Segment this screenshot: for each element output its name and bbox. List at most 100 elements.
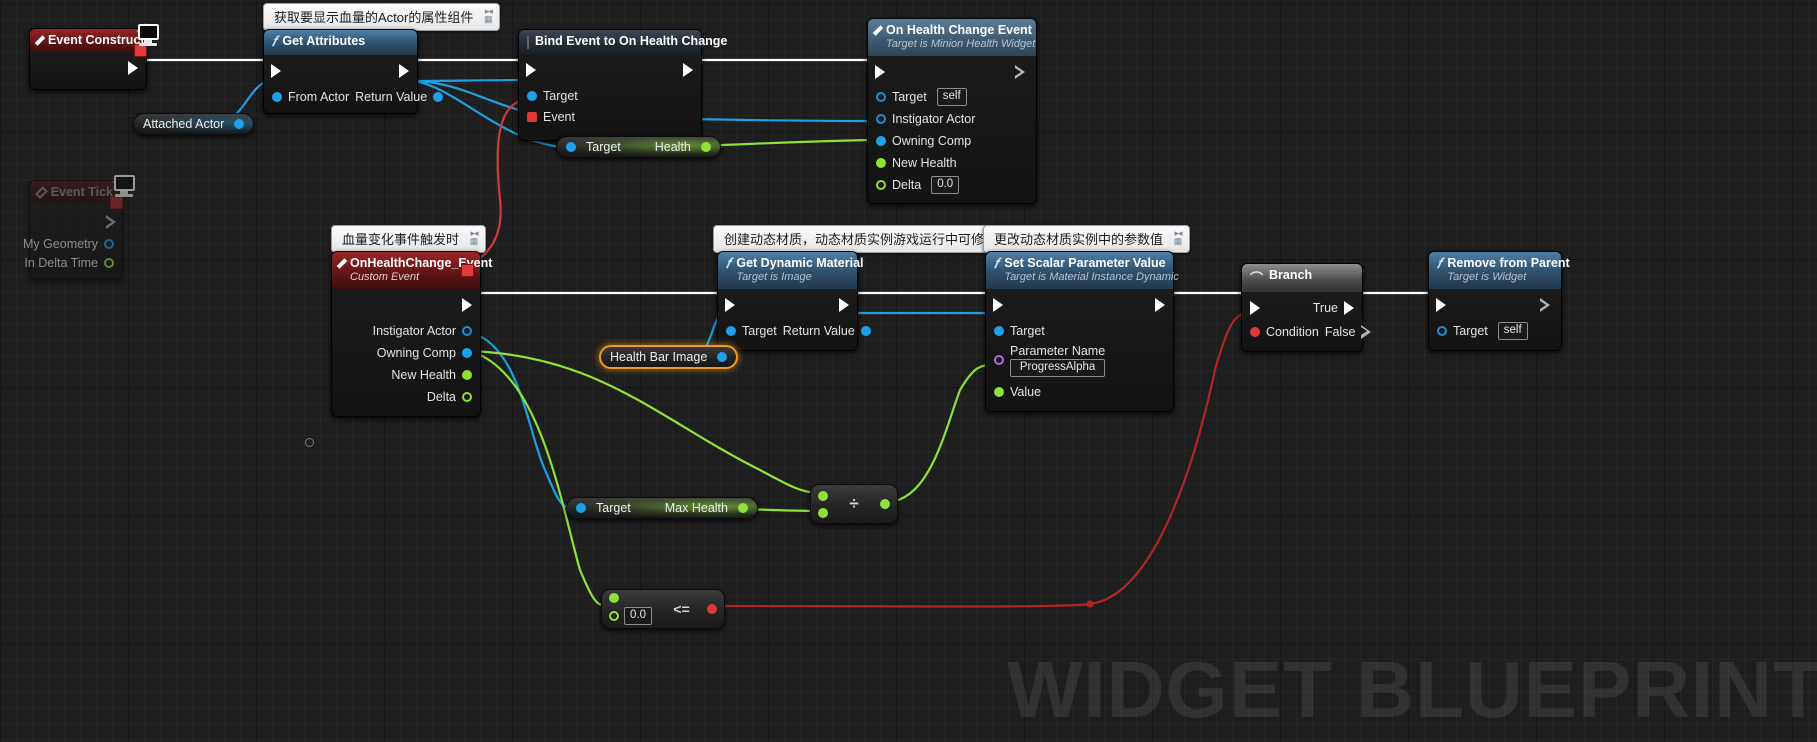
input-pin-condition[interactable]: Condition xyxy=(1250,325,1319,339)
node-event-construct[interactable]: Event Construct ⚡ xyxy=(29,24,159,91)
node-get-max-health[interactable]: Target Max Health xyxy=(566,497,758,519)
input-value-b[interactable]: 0.0 xyxy=(624,607,652,625)
output-pin-instigator-actor[interactable]: Instigator Actor xyxy=(373,324,472,338)
output-pin-icon[interactable] xyxy=(234,119,245,129)
exec-input-pin[interactable] xyxy=(725,298,735,313)
blueprint-graph-canvas[interactable]: 获取要显示血量的Actor的属性组件 ▸◂ ▦ 血量变化事件触发时 ▸◂ ▦ 创建动… xyxy=(0,0,1817,742)
exec-output-pin[interactable] xyxy=(839,298,849,313)
output-pin-in-delta-time[interactable]: In Delta Time xyxy=(24,256,114,270)
node-on-health-change-event[interactable]: On Health Change Event Target is Minion … xyxy=(867,18,1037,205)
exec-output-pin[interactable] xyxy=(128,61,138,76)
node-title-bar[interactable]: 𝑓 Remove from Parent Target is Widget xyxy=(1429,252,1570,290)
input-pin-target[interactable]: Target xyxy=(876,90,927,104)
node-remove-from-parent[interactable]: 𝑓 Remove from Parent Target is Widget Ta… xyxy=(1428,251,1570,352)
output-pin-icon[interactable] xyxy=(737,503,748,513)
input-value-delta[interactable]: 0.0 xyxy=(931,175,960,194)
node-title-bar[interactable]: On Health Change Event Target is Minion … xyxy=(868,19,1036,57)
input-pin-owning-comp[interactable]: Owning Comp xyxy=(876,134,971,148)
node-get-dynamic-material[interactable]: 𝑓 Get Dynamic Material Target is Image T… xyxy=(717,251,871,352)
exec-output-pin[interactable] xyxy=(399,64,409,78)
breakpoint-indicator-icon[interactable] xyxy=(110,196,123,209)
input-label: Target xyxy=(586,140,621,154)
node-event-tick[interactable]: Event Tick My Geometry In Delta Time xyxy=(23,175,135,281)
input-pin-b[interactable] xyxy=(609,611,619,621)
exec-input-pin[interactable] xyxy=(271,64,281,78)
resize-grip-icon[interactable]: ▸◂▦ xyxy=(468,229,480,246)
output-pin-icon[interactable] xyxy=(717,352,728,362)
exec-output-pin[interactable] xyxy=(1155,298,1165,313)
node-set-scalar-parameter-value[interactable]: 𝑓 Set Scalar Parameter Value Target is M… xyxy=(985,251,1179,413)
node-health-bar-image-getter[interactable]: Health Bar Image xyxy=(599,345,739,369)
input-pin-a[interactable] xyxy=(609,593,619,603)
exec-output-pin[interactable] xyxy=(683,63,693,77)
pin-label: Owning Comp xyxy=(376,345,456,360)
input-pin-icon[interactable] xyxy=(576,503,586,513)
exec-input-pin[interactable] xyxy=(1436,298,1446,313)
exec-output-pin[interactable] xyxy=(1540,298,1550,313)
output-label: Health xyxy=(654,140,691,154)
delegate-output-pin[interactable] xyxy=(461,264,474,277)
node-title-bar[interactable]: 𝑓 Get Attributes xyxy=(264,30,417,55)
node-bind-event-to-on-health-change[interactable]: Bind Event to On Health Change Target Ev… xyxy=(518,29,727,141)
comment-bubble-get-attributes[interactable]: 获取要显示血量的Actor的属性组件 ▸◂ ▦ xyxy=(263,3,501,37)
input-pin-instigator-actor[interactable]: Instigator Actor xyxy=(876,112,975,126)
node-title-bar[interactable]: OnHealthChange_Event Custom Event xyxy=(332,252,492,290)
resize-grip-icon[interactable]: ▸◂▦ xyxy=(482,7,494,24)
input-pin-b[interactable] xyxy=(818,507,828,518)
comment-bubble-set-param[interactable]: 更改动态材质实例中的参数值 ▸◂ ▦ xyxy=(983,225,1191,259)
input-value-target[interactable]: self xyxy=(1497,321,1528,340)
input-pin-a[interactable] xyxy=(818,490,828,501)
input-pin-delta[interactable]: Delta xyxy=(876,178,921,192)
node-title-bar[interactable]: Bind Event to On Health Change xyxy=(519,30,727,54)
output-pin[interactable] xyxy=(880,499,890,509)
node-title-bar[interactable]: Event Construct xyxy=(30,29,146,53)
pin-label: Event xyxy=(543,109,575,124)
pin-icon-parameter-name[interactable] xyxy=(994,355,1004,366)
comment-bubble-custom-event[interactable]: 血量变化事件触发时 ▸◂ ▦ xyxy=(331,225,487,259)
exec-output-true[interactable]: True xyxy=(1313,300,1354,315)
pin-icon xyxy=(1250,326,1260,337)
node-custom-event-on-health-change[interactable]: OnHealthChange_Event Custom Event Instig… xyxy=(331,251,492,418)
resize-grip-icon[interactable]: ▸◂▦ xyxy=(1172,229,1184,246)
output-label: Max Health xyxy=(664,501,728,515)
output-pin-return-value[interactable]: Return Value xyxy=(355,90,444,104)
output-pin[interactable] xyxy=(706,604,717,614)
output-pin-return-value[interactable]: Return Value xyxy=(783,324,871,338)
exec-output-pin[interactable] xyxy=(1015,65,1025,80)
exec-input-pin[interactable] xyxy=(993,298,1003,313)
node-title-bar[interactable]: Event Tick xyxy=(30,181,122,205)
reroute-node-dot[interactable] xyxy=(305,438,314,447)
node-less-equal[interactable]: 0.0 <= xyxy=(601,589,725,629)
input-value-parameter-name[interactable]: ProgressAlpha xyxy=(1010,359,1106,378)
node-get-attributes[interactable]: 𝑓 Get Attributes From Actor Return Value xyxy=(263,29,444,114)
node-branch[interactable]: ⌒ Branch True Condition False xyxy=(1241,263,1372,352)
input-value-target[interactable]: self xyxy=(936,87,967,106)
input-pin-value[interactable]: Value xyxy=(994,385,1041,399)
pin-label: Return Value xyxy=(782,323,855,338)
exec-input-pin[interactable] xyxy=(526,63,536,77)
input-pin-icon[interactable] xyxy=(566,142,576,152)
input-pin-target[interactable]: Target xyxy=(994,324,1045,338)
input-pin-event[interactable]: Event xyxy=(527,110,575,124)
input-pin-from-actor[interactable]: From Actor xyxy=(272,90,349,104)
exec-output-false[interactable]: False xyxy=(1325,324,1372,339)
exec-output-pin[interactable] xyxy=(462,298,472,313)
exec-input-pin[interactable] xyxy=(875,65,885,80)
output-pin-new-health[interactable]: New Health xyxy=(391,368,472,382)
input-pin-target[interactable]: Target xyxy=(527,89,578,103)
node-title-bar[interactable]: 𝑓 Set Scalar Parameter Value Target is M… xyxy=(986,252,1179,290)
output-pin-owning-comp[interactable]: Owning Comp xyxy=(377,346,472,360)
node-title-bar[interactable]: ⌒ Branch xyxy=(1242,264,1362,292)
exec-input-pin[interactable] xyxy=(1250,300,1260,315)
exec-output-pin[interactable] xyxy=(106,215,116,230)
output-pin-delta[interactable]: Delta xyxy=(427,390,472,404)
node-divide[interactable]: ÷ xyxy=(810,484,898,524)
node-attached-actor-getter[interactable]: Attached Actor xyxy=(133,113,255,135)
input-pin-target[interactable]: Target xyxy=(726,324,777,338)
node-get-health[interactable]: Target Health xyxy=(556,136,721,158)
output-pin-icon[interactable] xyxy=(700,142,711,152)
input-pin-target[interactable]: Target xyxy=(1437,324,1488,338)
input-pin-new-health[interactable]: New Health xyxy=(876,156,957,170)
node-title-bar[interactable]: 𝑓 Get Dynamic Material Target is Image xyxy=(718,252,864,290)
output-pin-my-geometry[interactable]: My Geometry xyxy=(23,237,114,251)
